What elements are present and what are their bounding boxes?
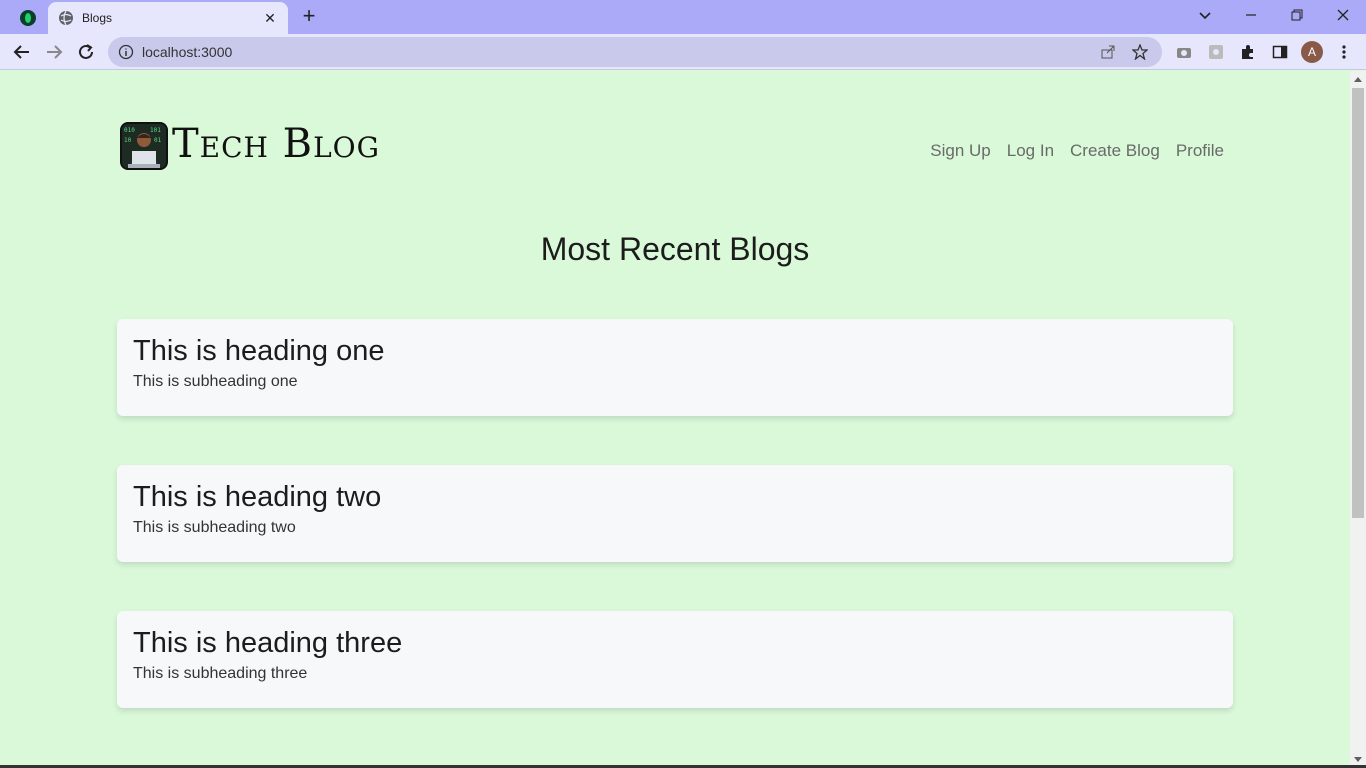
main-nav: Sign Up Log In Create Blog Profile (930, 141, 1224, 161)
profile-avatar[interactable]: A (1300, 40, 1324, 64)
blog-card-subtitle: This is subheading three (133, 665, 308, 682)
vertical-scrollbar[interactable] (1350, 71, 1366, 768)
blog-card[interactable]: This is heading two This is subheading t… (117, 465, 1233, 562)
url-text[interactable]: localhost:3000 (142, 44, 1088, 60)
svg-text:010: 010 (124, 127, 135, 134)
minimize-button[interactable] (1236, 4, 1266, 26)
restore-button[interactable] (1282, 4, 1312, 26)
scrollbar-thumb[interactable] (1352, 88, 1364, 518)
blog-card[interactable]: This is heading one This is subheading o… (117, 319, 1233, 416)
scroll-down-arrow-icon[interactable] (1354, 757, 1362, 762)
tab-strip: Blogs ✕ + (0, 0, 1366, 34)
nav-log-in[interactable]: Log In (1007, 141, 1054, 161)
back-button[interactable] (10, 40, 34, 64)
reload-icon (79, 44, 93, 59)
menu-kebab-icon[interactable] (1332, 40, 1356, 64)
globe-icon (59, 10, 73, 26)
svg-text:01: 01 (154, 137, 162, 144)
tab-blogs[interactable]: Blogs ✕ (48, 2, 288, 34)
nav-profile[interactable]: Profile (1176, 141, 1224, 161)
svg-text:101: 101 (150, 127, 161, 134)
page-viewport: 010 101 10 01 Tech Blog Sign Up Log In C… (0, 71, 1350, 768)
info-icon[interactable] (118, 44, 134, 60)
blog-card-title[interactable]: This is heading two (133, 479, 1217, 515)
nav-create-blog[interactable]: Create Blog (1070, 141, 1160, 161)
blog-card-title[interactable]: This is heading one (133, 333, 1217, 369)
arrow-right-icon (47, 45, 63, 59)
page-title: Most Recent Blogs (540, 231, 810, 267)
new-tab-button[interactable]: + (297, 5, 321, 29)
extensions-puzzle-icon[interactable] (1236, 40, 1260, 64)
tab-title: Blogs (82, 11, 113, 25)
technologist-logo-icon: 010 101 10 01 (122, 124, 166, 168)
bookmark-star-icon[interactable] (1128, 40, 1152, 64)
blog-card-title[interactable]: This is heading three (133, 625, 1217, 661)
arrow-left-icon (13, 45, 29, 59)
tab-search-icon[interactable] (1190, 4, 1220, 26)
camera-icon[interactable] (1172, 40, 1196, 64)
blog-list: This is heading one This is subheading o… (117, 319, 1233, 757)
avatar: A (1301, 41, 1323, 63)
forward-button[interactable] (42, 40, 66, 64)
pinned-tab[interactable] (10, 4, 46, 32)
close-tab-icon[interactable]: ✕ (262, 10, 278, 26)
close-window-button[interactable] (1328, 4, 1358, 26)
side-panel-icon[interactable] (1268, 40, 1292, 64)
svg-text:10: 10 (124, 137, 132, 144)
blog-card[interactable]: This is heading three This is subheading… (117, 611, 1233, 708)
share-icon[interactable] (1096, 40, 1120, 64)
reload-button[interactable] (74, 40, 98, 64)
site-title[interactable]: Tech Blog (172, 121, 380, 167)
mongodb-leaf-icon (20, 10, 36, 26)
extension-icon[interactable] (1204, 40, 1228, 64)
blog-card-subtitle: This is subheading one (133, 373, 298, 390)
blog-card-subtitle: This is subheading two (133, 519, 296, 536)
site-logo[interactable]: 010 101 10 01 (120, 122, 168, 170)
browser-toolbar: localhost:3000 A (0, 34, 1366, 70)
address-bar[interactable]: localhost:3000 (108, 37, 1162, 67)
scroll-up-arrow-icon[interactable] (1354, 77, 1362, 82)
nav-sign-up[interactable]: Sign Up (930, 141, 990, 161)
